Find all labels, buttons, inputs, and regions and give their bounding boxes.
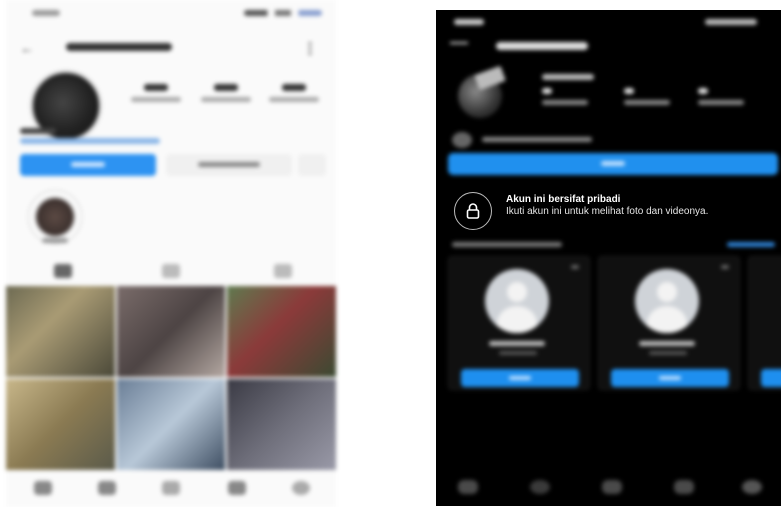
followed-by-row[interactable] [452, 132, 672, 148]
status-bar [6, 8, 336, 24]
avatar[interactable] [452, 65, 520, 128]
profile-fullname [542, 74, 594, 80]
profile-username [66, 43, 172, 51]
shop-icon[interactable] [674, 480, 694, 494]
profile-header [436, 38, 781, 58]
posts-count [542, 88, 608, 105]
shop-icon[interactable] [228, 481, 246, 495]
highlight-label [42, 238, 68, 243]
following-count[interactable] [264, 84, 324, 102]
follow-button[interactable] [20, 154, 156, 176]
search-icon[interactable] [530, 480, 550, 494]
profile-icon[interactable] [292, 481, 310, 495]
private-account-notice: Akun ini bersifat pribadi Ikuti akun ini… [448, 186, 781, 230]
back-arrow-icon[interactable]: ← [20, 41, 40, 55]
avatar [635, 269, 699, 333]
followers-count[interactable] [624, 88, 690, 105]
follow-button[interactable] [461, 369, 579, 387]
suggestion-card[interactable] [448, 256, 590, 390]
followers-count[interactable] [196, 84, 256, 102]
follow-button[interactable] [761, 369, 781, 387]
suggestion-card[interactable] [598, 256, 740, 390]
status-bar [436, 16, 781, 30]
private-notice-subtitle: Ikuti akun ini untuk melihat foto dan vi… [506, 206, 709, 217]
profile-username [496, 42, 588, 50]
suggestions-header [452, 242, 562, 247]
back-arrow-icon[interactable] [450, 42, 468, 50]
profile-icon[interactable] [742, 480, 762, 494]
message-button[interactable] [166, 154, 292, 176]
profile-header: ← [6, 38, 336, 60]
suggestion-fullname [499, 351, 537, 355]
private-notice-title: Akun ini bersifat pribadi [506, 194, 621, 205]
bottom-nav [436, 476, 781, 506]
more-dots-icon[interactable] [308, 41, 312, 55]
comparison-stage: ← Akun ini bersifat pribadi Ikuti akun i… [0, 0, 781, 507]
home-icon[interactable] [458, 480, 478, 494]
post-thumbnail[interactable] [116, 379, 226, 470]
profile-tabs [6, 258, 336, 284]
suggestion-username [489, 341, 545, 346]
public-profile-screen: ← [6, 0, 336, 507]
grid-icon[interactable] [54, 264, 72, 278]
reels-icon[interactable] [162, 264, 180, 278]
follow-button[interactable] [448, 153, 778, 175]
post-thumbnail[interactable] [6, 379, 115, 470]
profile-fullname [20, 128, 56, 134]
reels-icon[interactable] [162, 481, 180, 495]
lock-icon [454, 192, 492, 230]
suggest-button[interactable] [298, 154, 326, 176]
bio-link[interactable] [20, 138, 160, 144]
follow-button[interactable] [611, 369, 729, 387]
tagged-icon[interactable] [274, 264, 292, 278]
reels-icon[interactable] [602, 480, 622, 494]
close-icon[interactable] [571, 265, 579, 269]
private-profile-screen: Akun ini bersifat pribadi Ikuti akun ini… [436, 10, 781, 506]
posts-count [126, 84, 186, 102]
avatar [485, 269, 549, 333]
suggestion-card[interactable] [748, 256, 781, 390]
bottom-nav [6, 471, 336, 507]
following-count[interactable] [698, 88, 764, 105]
close-icon[interactable] [721, 265, 729, 269]
see-all-link[interactable] [727, 242, 775, 247]
post-thumbnail[interactable] [6, 286, 115, 377]
post-grid [6, 286, 336, 470]
post-thumbnail[interactable] [227, 286, 336, 377]
post-thumbnail[interactable] [227, 379, 336, 470]
story-highlight[interactable] [28, 190, 82, 244]
home-icon[interactable] [34, 481, 52, 495]
suggestion-username [639, 341, 695, 346]
search-icon[interactable] [98, 481, 116, 495]
suggestion-fullname [649, 351, 687, 355]
post-thumbnail[interactable] [116, 286, 226, 377]
